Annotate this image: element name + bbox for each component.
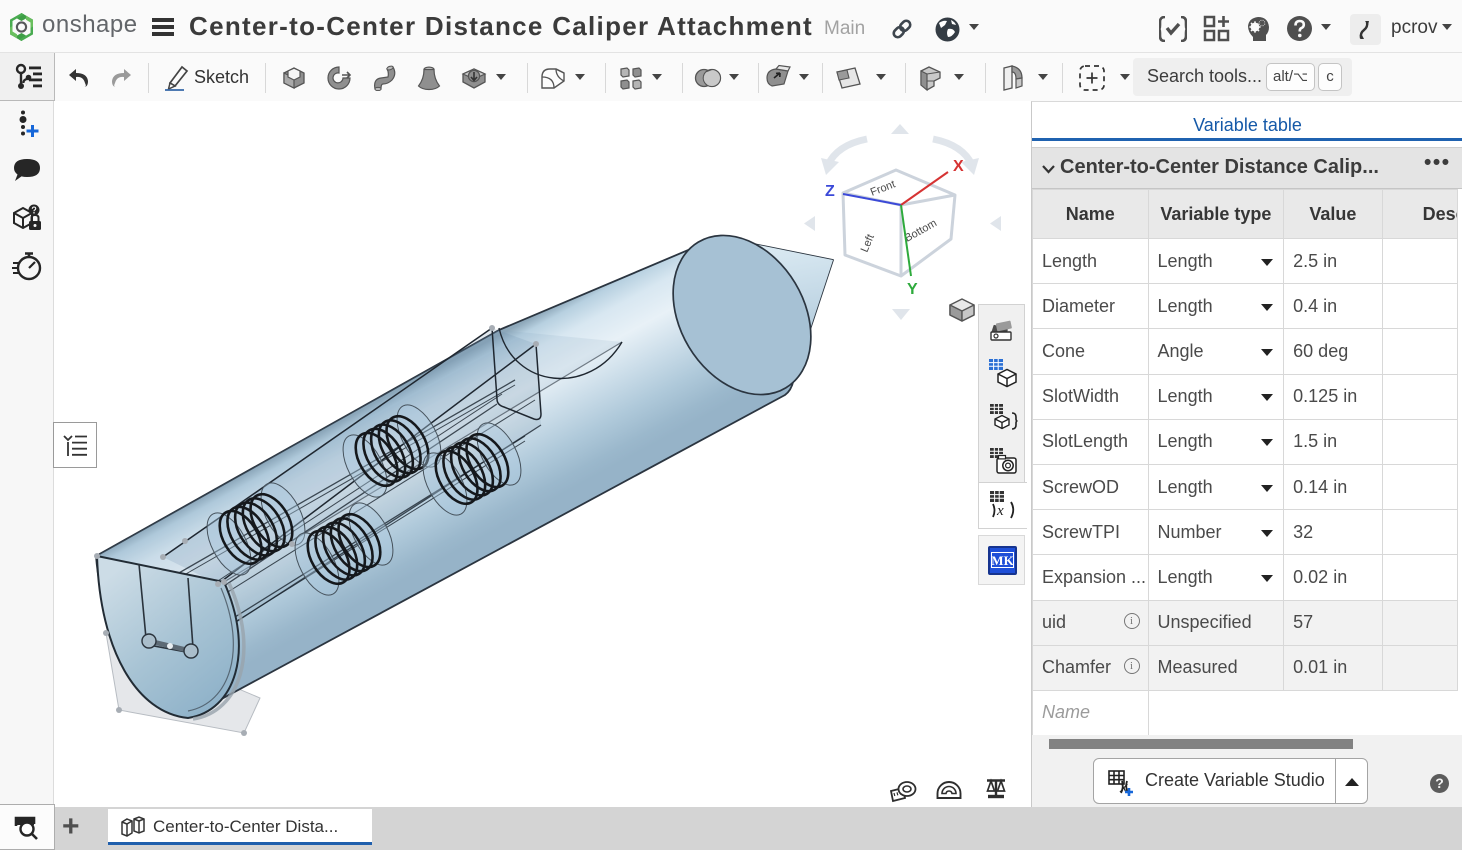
svg-text:Y: Y [907, 281, 918, 298]
svg-text:x: x [1119, 779, 1128, 796]
svg-text:x: x [996, 503, 1004, 519]
svg-text:Z: Z [825, 183, 835, 200]
svg-text:X: X [953, 158, 964, 175]
